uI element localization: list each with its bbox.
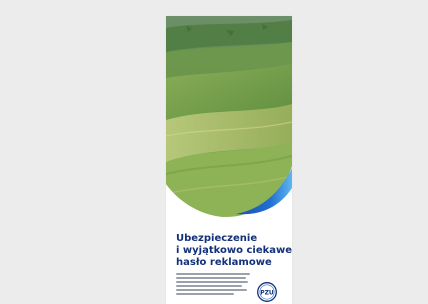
headline-line-3: hasło reklamowe xyxy=(176,257,272,268)
text-line xyxy=(176,276,246,279)
headline: Ubezpieczenie i wyjątkowo ciekawe hasło … xyxy=(176,233,292,269)
text-line xyxy=(176,292,234,295)
text-line xyxy=(176,284,242,287)
logo-text: PZU xyxy=(260,289,274,296)
body-copy-placeholder xyxy=(176,273,250,297)
headline-line-2: i wyjątkowo ciekawe xyxy=(176,245,292,256)
rollup-banner: Ubezpieczenie i wyjątkowo ciekawe hasło … xyxy=(166,16,292,304)
headline-bold: Ubezpieczenie xyxy=(176,233,258,244)
pzu-logo-icon: PZU xyxy=(257,282,277,302)
text-line xyxy=(176,273,250,275)
text-line xyxy=(176,288,247,291)
canvas: Ubezpieczenie i wyjątkowo ciekawe hasło … xyxy=(0,0,428,304)
text-line xyxy=(176,280,248,283)
landscape-photo xyxy=(166,16,292,217)
